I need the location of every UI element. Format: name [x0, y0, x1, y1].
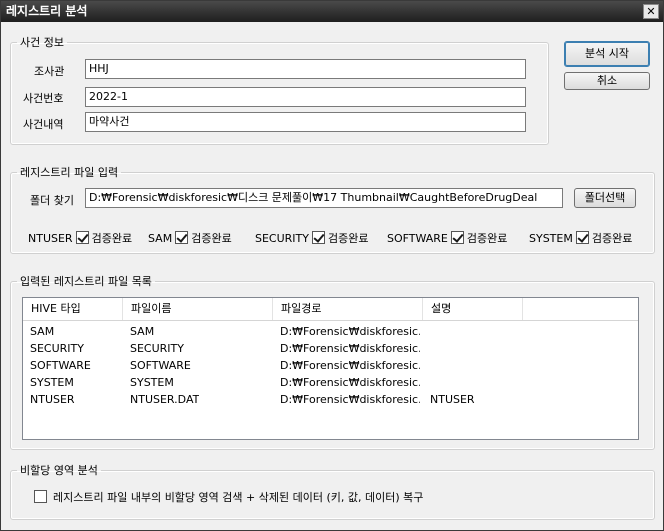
hive-software-verify: 검증완료	[466, 232, 508, 245]
hive-sam-label: SAM	[148, 232, 173, 245]
window-title: 레지스트리 분석	[6, 4, 88, 18]
case-number-label: 사건번호	[23, 92, 64, 105]
case-number-input[interactable]: 2022-1	[85, 87, 526, 107]
unallocated-option[interactable]: 레지스트리 파일 내부의 비할당 영역 검색 + 삭제된 데이터 (키, 값, …	[34, 489, 423, 505]
cell-hive-type: SOFTWARE	[30, 359, 91, 372]
hive-security-item[interactable]: SECURITY 검증완료	[255, 230, 368, 246]
hive-software-item[interactable]: SOFTWARE 검증완료	[387, 230, 507, 246]
cell-hive-type: NTUSER	[30, 393, 75, 406]
cell-hive-type: SAM	[30, 325, 55, 338]
table-row[interactable]: NTUSER NTUSER.DAT D:₩Forensic₩diskforesi…	[23, 391, 638, 408]
hive-ntuser-verify: 검증완료	[91, 232, 133, 245]
unallocated-checkbox[interactable]	[34, 490, 47, 503]
case-info-legend: 사건 정보	[20, 36, 64, 49]
case-desc-label: 사건내역	[23, 118, 64, 131]
cell-file-path: D:₩Forensic₩diskforesic...	[280, 342, 420, 355]
hive-ntuser-label: NTUSER	[28, 232, 73, 245]
cell-file-name: SECURITY	[130, 342, 184, 355]
hive-system-item[interactable]: SYSTEM 검증완료	[529, 230, 632, 246]
registry-analysis-window: 레지스트리 분석 ✕ 사건 정보 조사관 HHJ 사건번호 2022-1 사건내…	[0, 0, 664, 531]
hive-ntuser-checkbox[interactable]	[75, 231, 89, 244]
table-row[interactable]: SYSTEM SYSTEM D:₩Forensic₩diskforesic...	[23, 374, 638, 391]
table-row[interactable]: SOFTWARE SOFTWARE D:₩Forensic₩diskforesi…	[23, 357, 638, 374]
hive-sam-item[interactable]: SAM 검증완료	[148, 230, 232, 246]
case-desc-input[interactable]: 마약사건	[85, 112, 526, 132]
cell-file-path: D:₩Forensic₩diskforesic...	[280, 376, 420, 389]
hive-security-verify: 검증완료	[328, 232, 369, 245]
column-file-path[interactable]: 파일경로	[273, 298, 423, 320]
hive-ntuser-item[interactable]: NTUSER 검증완료	[28, 230, 132, 246]
list-header: HIVE 타입 파일이름 파일경로 설명	[23, 298, 638, 321]
close-icon[interactable]: ✕	[643, 4, 659, 19]
column-description[interactable]: 설명	[423, 298, 523, 320]
cell-file-name: NTUSER.DAT	[130, 393, 200, 406]
hive-sam-verify: 검증완료	[191, 232, 232, 245]
unallocated-legend: 비할당 영역 분석	[20, 464, 98, 477]
cell-file-path: D:₩Forensic₩diskforesic...	[280, 393, 420, 406]
title-bar[interactable]: 레지스트리 분석 ✕	[1, 1, 663, 22]
cancel-button[interactable]: 취소	[564, 72, 650, 90]
hive-software-checkbox[interactable]	[450, 231, 464, 244]
file-input-legend: 레지스트리 파일 입력	[20, 166, 119, 179]
hive-security-label: SECURITY	[255, 232, 309, 245]
hive-software-label: SOFTWARE	[387, 232, 448, 245]
hive-system-label: SYSTEM	[529, 232, 573, 245]
hive-system-verify: 검증완료	[591, 232, 633, 245]
cell-file-path: D:₩Forensic₩diskforesic...	[280, 359, 420, 372]
file-list-legend: 입력된 레지스트리 파일 목록	[20, 275, 152, 288]
hive-security-checkbox[interactable]	[312, 231, 325, 244]
hive-sam-checkbox[interactable]	[175, 231, 189, 244]
cell-hive-type: SYSTEM	[30, 376, 74, 389]
select-folder-button[interactable]: 폴더선택	[574, 188, 636, 208]
table-row[interactable]: SAM SAM D:₩Forensic₩diskforesic...	[23, 323, 638, 340]
cell-file-name: SYSTEM	[130, 376, 174, 389]
folder-path-input[interactable]: D:₩Forensic₩diskforesic₩디스크 문제풀이₩17 Thum…	[85, 188, 563, 208]
registry-file-list[interactable]: HIVE 타입 파일이름 파일경로 설명 SAM SAM D:₩Forensic…	[22, 297, 639, 440]
unallocated-option-label: 레지스트리 파일 내부의 비할당 영역 검색 + 삭제된 데이터 (키, 값, …	[53, 491, 424, 504]
start-analysis-button[interactable]: 분석 시작	[564, 41, 650, 67]
investigator-input[interactable]: HHJ	[85, 59, 526, 79]
hive-system-checkbox[interactable]	[575, 231, 589, 244]
cell-description: NTUSER	[430, 393, 475, 406]
table-row[interactable]: SECURITY SECURITY D:₩Forensic₩diskforesi…	[23, 340, 638, 357]
cell-file-name: SOFTWARE	[130, 359, 191, 372]
investigator-label: 조사관	[34, 65, 65, 78]
cell-file-path: D:₩Forensic₩diskforesic...	[280, 325, 420, 338]
cell-hive-type: SECURITY	[30, 342, 84, 355]
cell-file-name: SAM	[130, 325, 155, 338]
column-hive-type[interactable]: HIVE 타입	[23, 298, 123, 320]
column-file-name[interactable]: 파일이름	[123, 298, 273, 320]
folder-find-label: 폴더 찾기	[30, 194, 74, 207]
